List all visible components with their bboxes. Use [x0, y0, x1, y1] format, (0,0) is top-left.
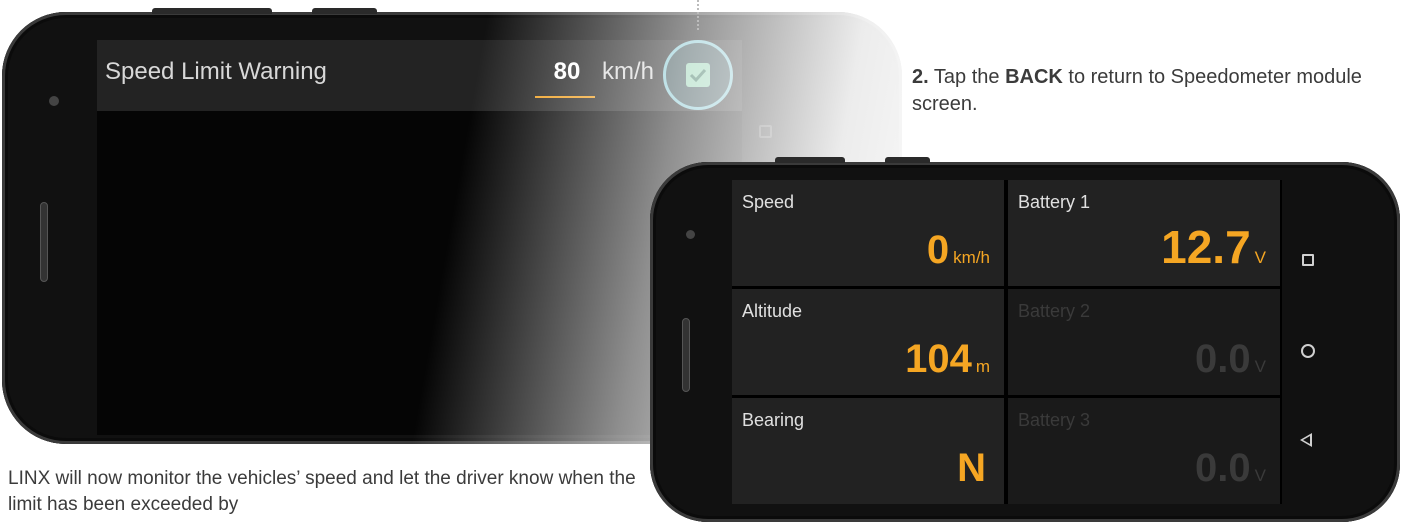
tile-value: 0 km/h — [926, 228, 990, 272]
phone-speedometer: Speed 0 km/h Battery 1 12.7 V Altitude 104… — [650, 157, 1400, 522]
phone-top-button — [885, 157, 930, 163]
back-triangle-icon[interactable] — [1300, 433, 1312, 447]
phone-side-button — [682, 318, 690, 392]
phone-top-button — [152, 8, 272, 14]
setting-label: Speed Limit Warning — [105, 58, 327, 85]
tile-speed[interactable]: Speed 0 km/h — [732, 180, 1004, 286]
callout-line — [697, 0, 699, 30]
tile-value: 0.0 V — [1195, 337, 1266, 381]
settings-screen: Speed Limit Warning 80 km/h — [97, 40, 742, 435]
camera-icon — [686, 230, 695, 239]
tile-label: Altitude — [742, 301, 803, 321]
tile-battery-2[interactable]: Battery 2 0.0 V — [1008, 289, 1280, 395]
speedometer-screen: Speed 0 km/h Battery 1 12.7 V Altitude 104… — [732, 180, 1282, 504]
check-icon — [689, 68, 707, 83]
tile-battery-1[interactable]: Battery 1 12.7 V — [1008, 180, 1280, 286]
recents-square-icon[interactable] — [1302, 254, 1314, 266]
tile-label: Bearing — [742, 410, 805, 430]
speed-unit-label: km/h — [602, 58, 655, 85]
tile-battery-3[interactable]: Battery 3 0.0 V — [1008, 398, 1280, 504]
input-underline — [535, 96, 595, 98]
description-text: LINX will now monitor the vehicles’ spee… — [8, 468, 636, 515]
tile-value: N — [957, 446, 986, 490]
phone-side-button — [40, 202, 48, 282]
phone-top-button — [312, 8, 377, 14]
tile-bearing[interactable]: Bearing N — [732, 398, 1004, 504]
speed-limit-input[interactable]: 80 — [539, 58, 595, 86]
back-keyword: BACK — [1005, 66, 1063, 88]
tile-value: 0.0 V — [1195, 446, 1266, 490]
tile-label: Battery 3 — [1018, 410, 1091, 430]
tile-altitude[interactable]: Altitude 104 m — [732, 289, 1004, 395]
recents-square-icon[interactable] — [759, 125, 772, 138]
tile-value: 12.7 V — [1161, 221, 1266, 273]
tile-label: Battery 2 — [1018, 301, 1091, 321]
camera-icon — [49, 96, 59, 106]
step-number: 2. — [912, 66, 929, 88]
tile-label: Speed — [742, 192, 795, 212]
home-circle-icon[interactable] — [1301, 344, 1315, 358]
android-nav-bar — [1288, 180, 1348, 504]
speed-limit-checkbox[interactable] — [686, 63, 710, 87]
phone-top-button — [775, 157, 845, 163]
tile-value: 104 m — [905, 337, 990, 381]
step-text-before: Tap the — [933, 66, 1000, 88]
tile-label: Battery 1 — [1018, 192, 1091, 212]
step-instruction: 2. Tap the BACK to return to Speedometer… — [912, 64, 1372, 118]
speed-limit-warning-row[interactable]: Speed Limit Warning 80 km/h — [97, 40, 742, 111]
